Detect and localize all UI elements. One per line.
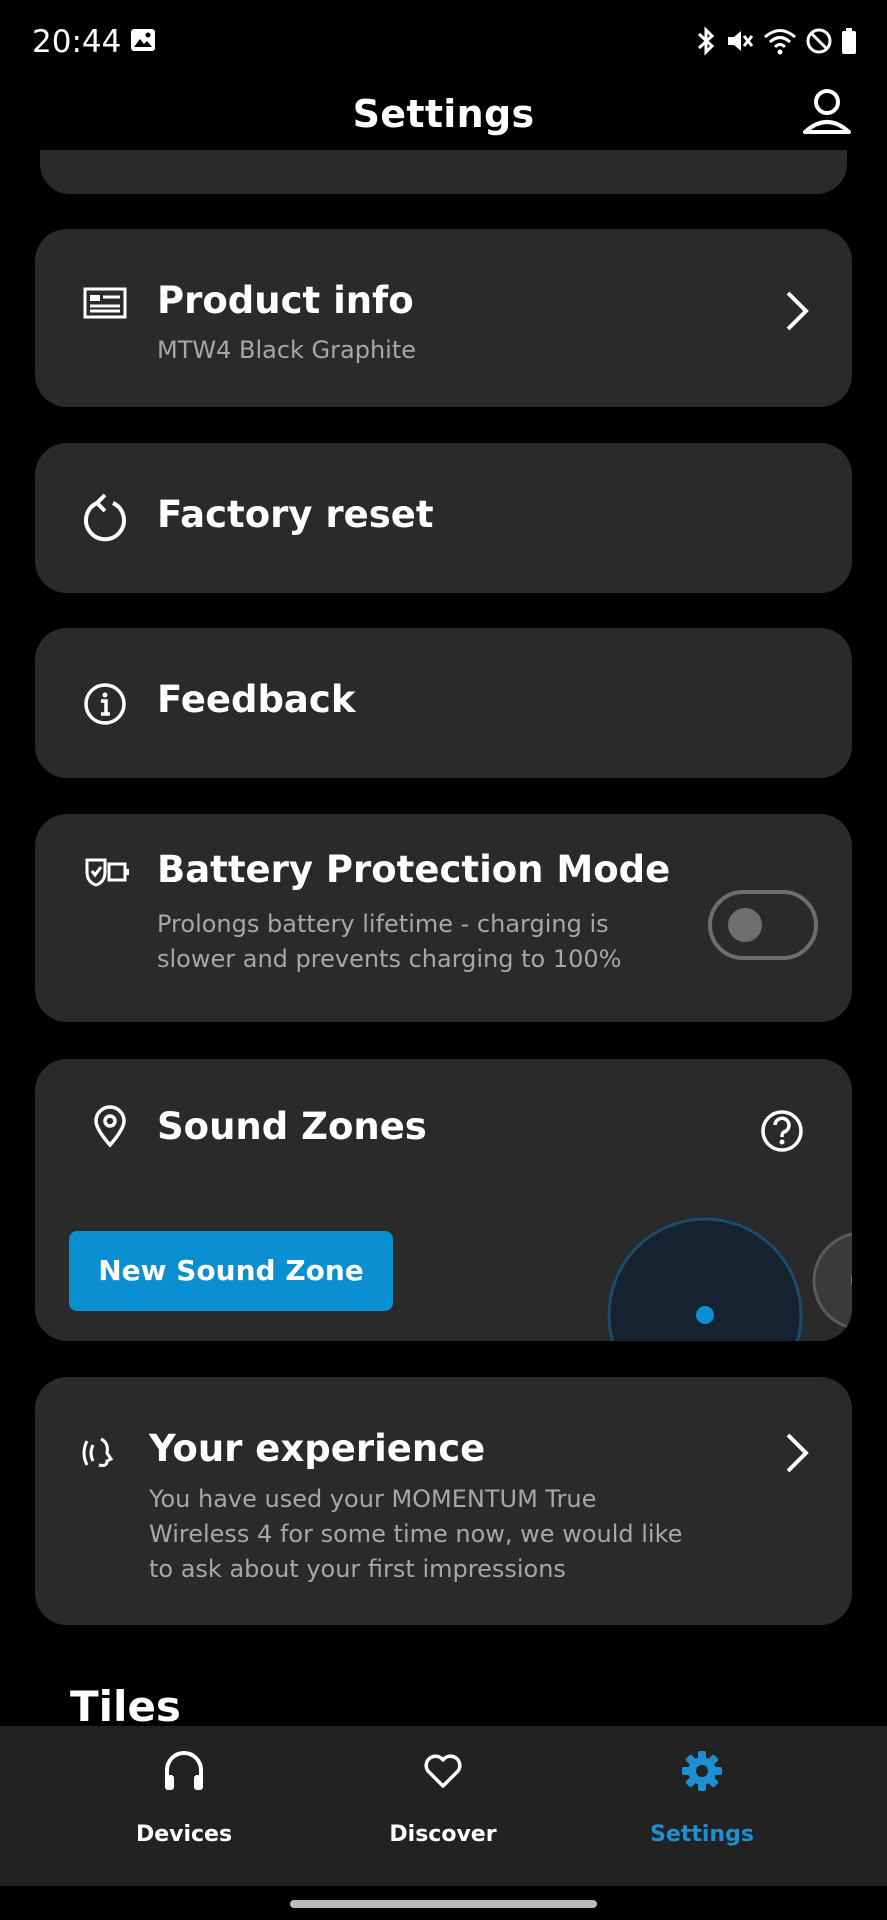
location-pin-icon	[94, 1105, 126, 1148]
your-experience-card[interactable]: Your experience You have used your MOMEN…	[35, 1377, 852, 1625]
your-experience-title: Your experience	[149, 1427, 486, 1470]
product-info-subtitle: MTW4 Black Graphite	[157, 336, 417, 364]
reset-icon	[84, 493, 126, 542]
bluetooth-icon	[697, 26, 715, 56]
battery-shield-icon	[85, 858, 129, 887]
sound-zones-title: Sound Zones	[157, 1105, 427, 1148]
sound-zones-card: Sound Zones New Sound Zone	[35, 1059, 852, 1341]
bottom-navigation: Devices Discover Settings	[0, 1726, 887, 1886]
factory-reset-title: Factory reset	[157, 493, 434, 536]
chevron-right-icon	[786, 291, 809, 331]
headphones-icon	[165, 1751, 203, 1790]
battery-protection-description-line2: slower and prevents charging to 100%	[157, 945, 622, 973]
your-experience-line3: to ask about your first impressions	[149, 1555, 566, 1583]
gear-icon	[682, 1751, 722, 1791]
battery-protection-title: Battery Protection Mode	[157, 848, 671, 891]
battery-protection-description-line1: Prolongs battery lifetime - charging is	[157, 910, 609, 938]
profile-icon[interactable]	[799, 84, 855, 140]
feedback-card[interactable]: Feedback	[35, 628, 852, 778]
factory-reset-card[interactable]: Factory reset	[35, 443, 852, 593]
nav-devices[interactable]: Devices	[84, 1726, 284, 1886]
tiles-section-heading: Tiles	[70, 1682, 181, 1731]
sound-zone-map-illustration	[607, 1217, 852, 1341]
toggle-knob	[728, 908, 762, 942]
do-not-disturb-icon	[806, 28, 832, 54]
chevron-right-icon	[786, 1433, 809, 1473]
nav-discover[interactable]: Discover	[343, 1726, 543, 1886]
new-sound-zone-button[interactable]: New Sound Zone	[69, 1231, 393, 1311]
nav-label: Devices	[135, 1822, 233, 1847]
product-info-icon	[83, 287, 127, 319]
product-info-card[interactable]: Product info MTW4 Black Graphite	[35, 229, 852, 407]
gallery-notification-icon	[131, 29, 155, 51]
nav-label: Discover	[389, 1822, 497, 1847]
nav-settings[interactable]: Settings	[602, 1726, 802, 1886]
product-info-title: Product info	[157, 279, 414, 322]
status-icons	[695, 26, 857, 56]
previous-card-edge	[40, 150, 847, 194]
your-experience-line2: Wireless 4 for some time now, we would l…	[149, 1520, 683, 1548]
battery-protection-card: Battery Protection Mode Prolongs battery…	[35, 814, 852, 1022]
mute-icon	[728, 31, 754, 51]
page-title: Settings	[352, 92, 535, 136]
status-time: 20:44	[32, 24, 122, 60]
nav-label: Settings	[650, 1822, 754, 1847]
sound-experience-icon	[82, 1437, 114, 1467]
wifi-icon	[764, 29, 796, 55]
battery-protection-toggle[interactable]	[708, 890, 818, 960]
info-icon	[84, 683, 126, 725]
feedback-title: Feedback	[157, 678, 356, 721]
your-experience-line1: You have used your MOMENTUM True	[149, 1485, 597, 1513]
heart-icon	[424, 1754, 462, 1788]
home-indicator[interactable]	[290, 1900, 597, 1908]
status-bar: 20:44	[0, 0, 887, 86]
battery-icon	[842, 28, 856, 54]
